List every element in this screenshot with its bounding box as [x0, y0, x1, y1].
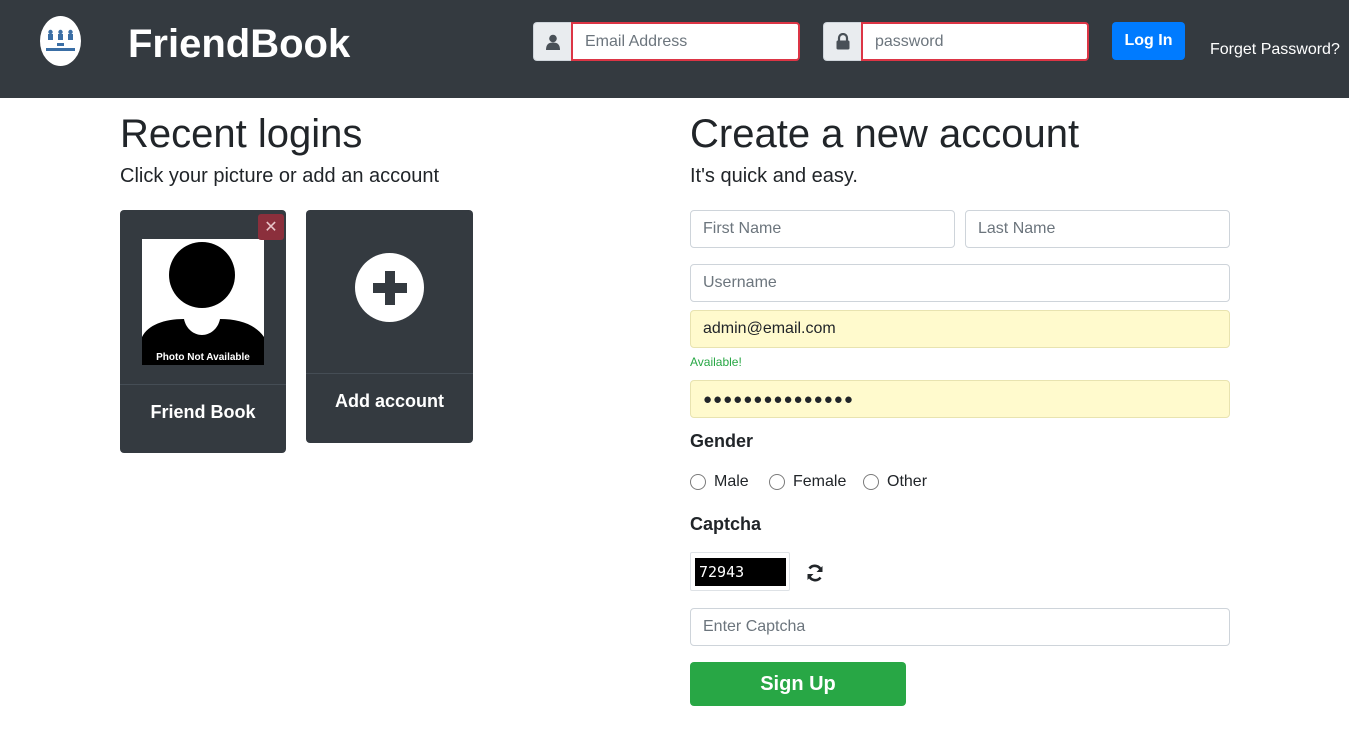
login-password-input[interactable]	[861, 22, 1089, 61]
gender-female-label[interactable]: Female	[793, 473, 846, 491]
card-divider	[120, 384, 286, 385]
email-available-status: Available!	[690, 355, 742, 369]
brand-title[interactable]: FriendBook	[128, 20, 350, 68]
create-account-title: Create a new account	[690, 112, 1080, 156]
gender-male-radio[interactable]: Male	[690, 473, 749, 491]
last-name-input[interactable]	[965, 210, 1230, 248]
refresh-icon[interactable]	[805, 563, 825, 583]
login-password-group	[823, 22, 1089, 61]
add-account-card[interactable]: Add account	[306, 210, 473, 443]
plus-icon[interactable]	[355, 253, 424, 322]
recent-profile-card[interactable]: Photo Not Available ✕ Friend Book	[120, 210, 286, 453]
captcha-label: Captcha	[690, 514, 762, 534]
forget-password-link[interactable]: Forget Password?	[1210, 40, 1340, 60]
card-divider	[306, 373, 473, 374]
signup-password-input[interactable]	[690, 380, 1230, 418]
lock-icon	[823, 22, 861, 61]
radio-circle-icon[interactable]	[690, 474, 706, 490]
radio-circle-icon[interactable]	[769, 474, 785, 490]
captcha-code: 72943	[695, 558, 786, 586]
recent-logins-title: Recent logins	[120, 112, 363, 156]
recent-logins-subtitle: Click your picture or add an account	[120, 165, 440, 187]
username-input[interactable]	[690, 264, 1230, 302]
gender-other-radio[interactable]: Other	[863, 473, 927, 491]
gender-female-radio[interactable]: Female	[769, 473, 846, 491]
gender-male-label[interactable]: Male	[714, 473, 749, 491]
radio-circle-icon[interactable]	[863, 474, 879, 490]
signup-button[interactable]: Sign Up	[690, 662, 906, 706]
profile-name[interactable]: Friend Book	[120, 401, 286, 423]
profile-photo[interactable]: Photo Not Available	[142, 239, 264, 365]
login-email-input[interactable]	[571, 22, 800, 61]
avatar-silhouette-icon	[142, 242, 264, 365]
first-name-input[interactable]	[690, 210, 955, 248]
signup-email-input[interactable]	[690, 310, 1230, 348]
login-email-group	[533, 22, 800, 61]
user-icon	[533, 22, 571, 61]
add-account-label[interactable]: Add account	[306, 390, 473, 412]
captcha-input[interactable]	[690, 608, 1230, 646]
navbar: FriendBook Log In Forget Password?	[0, 0, 1349, 98]
photo-not-available-label: Photo Not Available	[156, 352, 250, 363]
friendbook-logo-icon[interactable]	[40, 16, 81, 66]
captcha-image: 72943	[690, 552, 790, 591]
gender-other-label[interactable]: Other	[887, 473, 927, 491]
login-button[interactable]: Log In	[1112, 22, 1185, 60]
close-icon[interactable]: ✕	[258, 214, 284, 240]
gender-label: Gender	[690, 431, 754, 451]
create-account-subtitle: It's quick and easy.	[690, 165, 858, 187]
